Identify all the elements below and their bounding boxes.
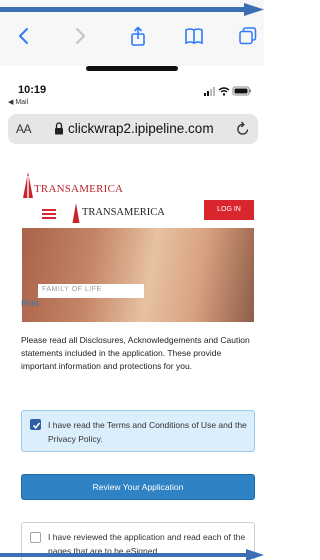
embedded-pyramid-icon bbox=[72, 203, 80, 223]
login-button[interactable]: LOG IN bbox=[204, 200, 254, 220]
pyramid-logo-icon bbox=[23, 172, 33, 198]
wifi-icon bbox=[218, 87, 230, 96]
logo-text: TRANSAMERICA bbox=[34, 183, 124, 195]
safari-toolbar bbox=[0, 0, 264, 66]
transamerica-logo: TRANSAMERICA bbox=[22, 172, 162, 202]
embedded-logo-text: TRANSAMERICA bbox=[82, 207, 165, 218]
hamburger-menu-icon[interactable] bbox=[42, 209, 56, 219]
share-icon[interactable] bbox=[128, 26, 148, 46]
status-bar: 10:19 ◀ Mail bbox=[0, 84, 264, 110]
top-arrow-indicator bbox=[0, 3, 264, 16]
signal-icon bbox=[204, 87, 215, 96]
print-link[interactable]: Print bbox=[21, 298, 38, 308]
review-application-button[interactable]: Review Your Application bbox=[21, 474, 255, 500]
text-size-button[interactable]: AA bbox=[16, 122, 32, 136]
address-bar[interactable]: AA clickwrap2.ipipeline.com bbox=[8, 114, 258, 144]
bottom-arrow-indicator bbox=[0, 549, 264, 560]
page-content: TRANSAMERICA TRANSAMERICA LOG IN FAMILY … bbox=[0, 150, 264, 560]
home-indicator bbox=[86, 66, 178, 71]
terms-checkbox-row[interactable]: I have read the Terms and Conditions of … bbox=[21, 410, 255, 452]
checkmark-icon bbox=[32, 422, 41, 430]
lock-icon bbox=[55, 122, 63, 135]
terms-checkbox-label: I have read the Terms and Conditions of … bbox=[48, 420, 247, 444]
embedded-site-preview: TRANSAMERICA LOG IN FAMILY OF LIFE bbox=[22, 200, 254, 322]
url-text[interactable]: clickwrap2.ipipeline.com bbox=[68, 121, 214, 136]
tabs-icon[interactable] bbox=[238, 26, 258, 46]
status-time: 10:19 bbox=[18, 84, 47, 96]
hero-image bbox=[22, 228, 254, 322]
embedded-site-header: TRANSAMERICA LOG IN bbox=[22, 200, 254, 228]
disclosure-instructions: Please read all Disclosures, Acknowledge… bbox=[21, 335, 250, 371]
status-icons bbox=[204, 86, 251, 96]
bookmarks-icon[interactable] bbox=[184, 26, 204, 46]
back-icon[interactable] bbox=[14, 26, 34, 46]
terms-checkbox[interactable] bbox=[30, 419, 41, 430]
back-to-mail-link[interactable]: ◀ Mail bbox=[8, 98, 28, 106]
review-checkbox[interactable] bbox=[30, 532, 41, 543]
battery-icon bbox=[232, 86, 251, 96]
forward-icon[interactable] bbox=[70, 26, 90, 46]
hero-caption: FAMILY OF LIFE bbox=[42, 286, 102, 293]
reload-icon[interactable] bbox=[236, 121, 250, 137]
